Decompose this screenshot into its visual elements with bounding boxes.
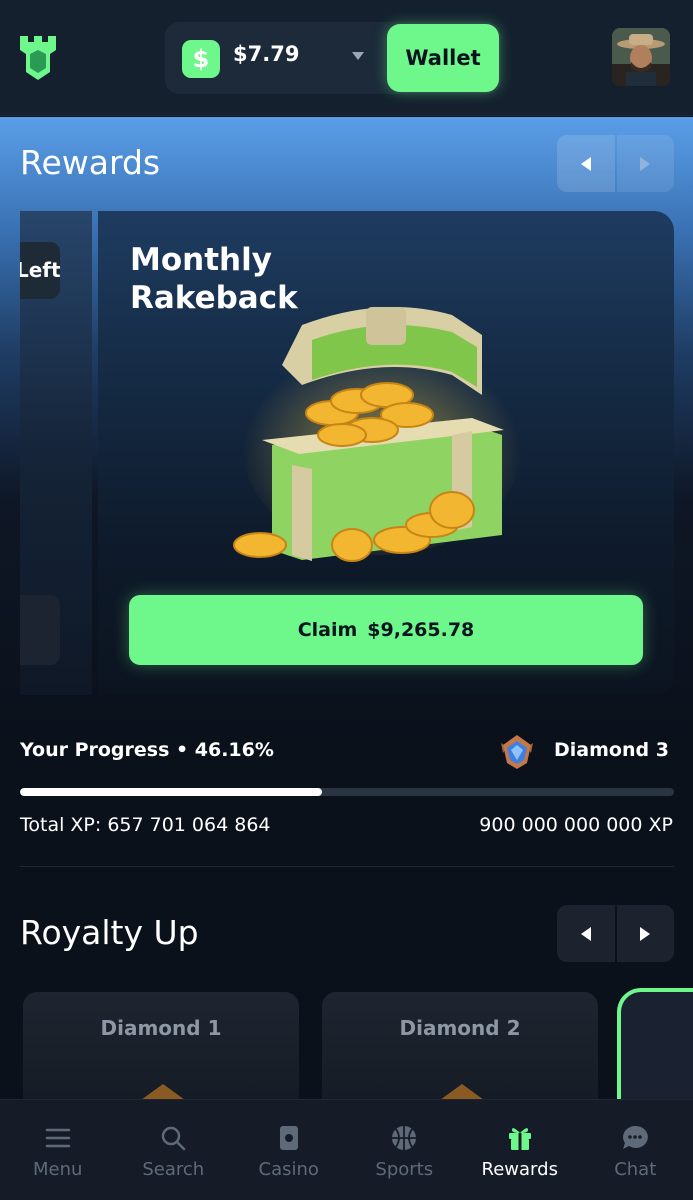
nav-item-label: Rewards <box>481 1159 558 1180</box>
gift-icon <box>508 1128 531 1150</box>
claim-amount: $9,265.78 <box>367 619 475 641</box>
chevron-down-icon[interactable] <box>352 52 364 60</box>
nav-item-casino[interactable]: Casino <box>231 1100 347 1200</box>
balance-selector[interactable]: $ $7.79 Wallet <box>165 22 501 94</box>
monthly-rakeback-card: Monthly Rakeback Claim $9,265.78 <box>98 211 674 695</box>
top-header: $ $7.79 Wallet <box>0 0 693 116</box>
nav-item-menu[interactable]: Menu <box>0 1100 116 1200</box>
rewards-title: Rewards <box>20 143 161 182</box>
nav-item-rewards[interactable]: Rewards <box>462 1100 578 1200</box>
nav-item-label: Search <box>142 1159 205 1180</box>
royalty-next-button[interactable] <box>616 905 674 962</box>
nav-item-sports[interactable]: Sports <box>347 1100 463 1200</box>
treasure-chest-icon <box>233 307 522 562</box>
rewards-carousel-controls <box>557 135 674 192</box>
dollar-icon: $ <box>182 40 220 78</box>
royalty-up-title: Royalty Up <box>20 913 199 952</box>
claim-button[interactable]: Claim $9,265.78 <box>129 595 643 665</box>
royalty-carousel-controls <box>557 905 674 962</box>
basketball-icon <box>392 1126 417 1150</box>
claim-label: Claim <box>297 619 358 641</box>
castle-logo-icon[interactable] <box>18 34 58 82</box>
nav-item-label: Menu <box>33 1159 83 1180</box>
diamond-tier-badge-icon <box>501 735 533 769</box>
previous-reward-card[interactable]: Left <box>20 211 92 695</box>
section-divider <box>20 866 674 867</box>
progress-label: Your Progress • 46.16% <box>20 739 274 761</box>
balance-amount: $7.79 <box>233 42 300 66</box>
caret-left-icon <box>580 926 591 941</box>
tier-gem-icon <box>440 1084 484 1100</box>
caret-right-icon <box>640 926 651 941</box>
tier-card-label: Diamond 2 <box>399 1016 521 1040</box>
caret-left-icon <box>580 156 591 171</box>
nav-item-search[interactable]: Search <box>116 1100 232 1200</box>
total-xp: Total XP: 657 701 064 864 <box>20 814 271 836</box>
chat-icon <box>623 1125 649 1149</box>
nav-item-chat[interactable]: Chat <box>578 1100 693 1200</box>
menu-icon <box>45 1128 70 1148</box>
caret-right-icon <box>640 156 651 171</box>
progress-bar-fill <box>20 788 322 796</box>
tier-gem-icon <box>141 1084 185 1100</box>
previous-card-badge: Left <box>20 242 60 299</box>
bottom-navigation: Menu Search Casino Sports Rewards Chat <box>0 1099 693 1200</box>
tier-card-label: Diamond 1 <box>100 1016 222 1040</box>
current-tier: Diamond 3 <box>554 739 669 761</box>
rewards-prev-button[interactable] <box>557 135 615 192</box>
nav-item-label: Casino <box>258 1159 319 1180</box>
nav-item-label: Sports <box>375 1159 434 1180</box>
royalty-prev-button[interactable] <box>557 905 615 962</box>
previous-card-button[interactable] <box>20 595 60 665</box>
casino-icon <box>279 1126 298 1150</box>
target-xp: 900 000 000 000 XP <box>479 814 673 836</box>
nav-item-label: Chat <box>614 1159 657 1180</box>
progress-bar <box>20 788 674 796</box>
search-icon <box>162 1126 186 1151</box>
wallet-button[interactable]: Wallet <box>387 24 499 92</box>
rewards-next-button[interactable] <box>616 135 674 192</box>
avatar[interactable] <box>612 28 670 86</box>
